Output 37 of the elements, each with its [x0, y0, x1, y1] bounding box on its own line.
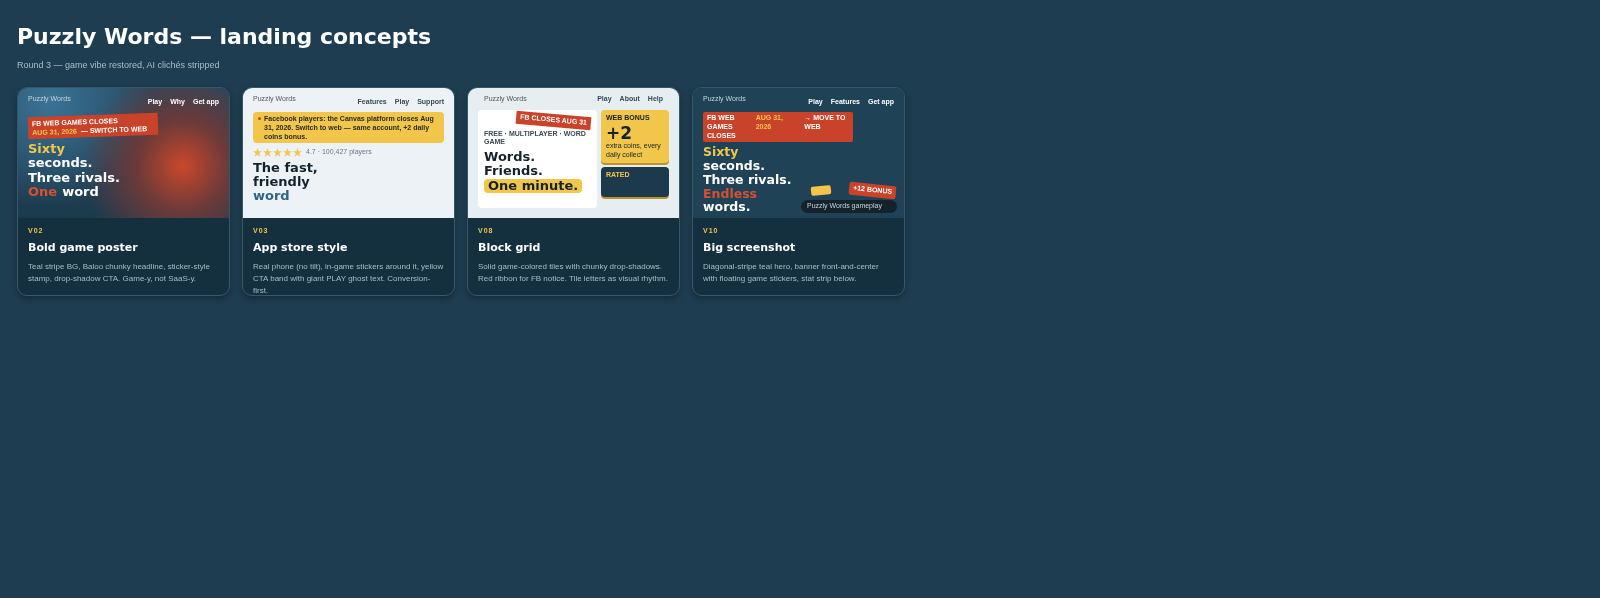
star-icon	[293, 148, 302, 158]
card-title: Big screenshot	[703, 240, 797, 256]
concept-card[interactable]	[467, 86, 680, 296]
concept-card[interactable]	[242, 86, 455, 296]
headline-text: One	[28, 185, 58, 200]
score-sticker	[810, 184, 832, 196]
headline-text: Words.	[484, 150, 536, 165]
headline-text: Three rivals.	[703, 172, 792, 187]
headline-text: Sixty	[703, 145, 739, 159]
headline-text: friendly	[253, 175, 310, 190]
headline-text: Sixty	[28, 142, 65, 157]
headline-text: Endless	[703, 186, 758, 201]
concept-card[interactable]	[692, 86, 905, 296]
headline-text: words.	[703, 200, 751, 214]
headline-text: word	[62, 185, 99, 200]
tile-value: +2	[606, 123, 634, 143]
concept-card[interactable]	[17, 86, 230, 296]
card-description: Teal stripe BG, Baloo chunky headline, sticker-style stamp, drop-shadow CTA. Game-y, not SaaS-y.	[28, 260, 211, 285]
page-title: Puzzly Words — landing concepts	[17, 23, 433, 51]
card-title: Block grid	[478, 240, 542, 256]
star-icon	[263, 148, 272, 158]
card-description: Solid game-colored tiles with chunky drop-shadows. Red ribbon for FB notice. Tile letters as visual rhythm.	[478, 260, 669, 285]
card-description: Diagonal-stripe teal hero, banner front-and-center with floating game stickers, stat strip below.	[703, 260, 880, 285]
headline-text: word	[253, 189, 290, 204]
headline-text: One minute.	[488, 177, 579, 193]
page-subtitle: Round 3 — game vibe restored, AI clichés stripped	[17, 59, 221, 72]
card-description: Real phone (no tilt), in-game stickers around it, yellow CTA band with giant PLAY ghost text. Conversion-first.	[253, 260, 444, 295]
card-title: App store style	[253, 240, 349, 256]
card-title: Bold game poster	[28, 240, 139, 256]
star-icon	[273, 148, 282, 158]
headline-text: Friends.	[484, 164, 543, 179]
headline-text: seconds.	[703, 159, 765, 173]
star-icon	[253, 148, 262, 158]
star-icon	[283, 148, 292, 158]
headline-text: Three rivals.	[28, 170, 120, 186]
headline-text: The fast,	[253, 160, 318, 176]
headline-text: seconds.	[28, 156, 93, 171]
